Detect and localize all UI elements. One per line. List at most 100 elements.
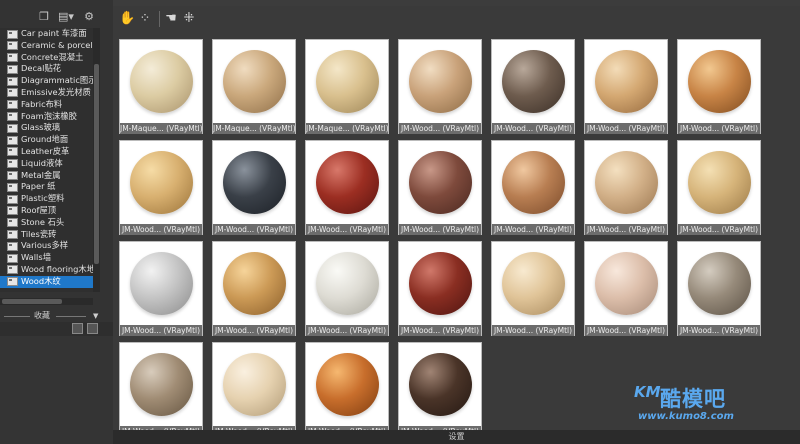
material-thumbnail — [589, 44, 663, 118]
copy-window-icon[interactable]: ❐ — [38, 11, 50, 23]
material-caption: JM-Maque... (VRayMtl) — [213, 123, 295, 134]
material-pick-icon[interactable]: ✋ — [119, 11, 135, 27]
folder-icon — [7, 41, 18, 51]
material-card[interactable]: JM-Wood... (VRayMtl) — [677, 140, 761, 235]
watermark-name: 酷模吧 — [660, 387, 726, 411]
category-item[interactable]: Wood flooring木地板 — [0, 264, 93, 276]
material-hand-icon[interactable]: ☚ — [163, 11, 179, 27]
category-item[interactable]: Paper 纸 — [0, 181, 93, 193]
material-card[interactable]: JM-Wood... (VRayMtl) — [584, 140, 668, 235]
settings-gear-icon[interactable]: ⚙ — [83, 11, 95, 23]
category-item[interactable]: Roof屋顶 — [0, 205, 93, 217]
material-card[interactable]: JM-Wood... (VRayMtl) — [212, 140, 296, 235]
material-thumbnail — [403, 44, 477, 118]
folder-icon — [7, 218, 18, 228]
material-thumbnail — [682, 246, 756, 320]
material-card[interactable]: JM-Wood... (VRayMtl) — [677, 241, 761, 336]
material-thumbnail — [403, 145, 477, 219]
category-item[interactable]: Diagrammatic图示 — [0, 75, 93, 87]
category-item[interactable]: Concrete混凝土 — [0, 52, 93, 64]
material-card[interactable]: JM-Wood... (VRayMtl) — [212, 241, 296, 336]
category-label: Liquid液体 — [21, 157, 63, 168]
folder-icon — [7, 76, 18, 86]
tree-vertical-scrollbar[interactable] — [93, 28, 100, 292]
collapse-arrow-icon[interactable]: ▼ — [93, 311, 98, 321]
category-item[interactable]: Various多样 — [0, 240, 93, 252]
material-sphere — [409, 50, 472, 113]
category-item[interactable]: Ceramic & porcelai — [0, 40, 93, 52]
material-thumbnail — [589, 145, 663, 219]
material-grid-icon[interactable]: ⁜ — [181, 11, 197, 27]
tree-hscroll-thumb[interactable] — [2, 299, 62, 304]
category-item[interactable]: Decal贴花 — [0, 63, 93, 75]
library-toolbar: ❐ ▤▾ ⚙ — [0, 6, 113, 28]
toolbar-separator — [159, 11, 160, 27]
material-sphere — [223, 50, 286, 113]
category-item[interactable]: Emissive发光材质 — [0, 87, 93, 99]
material-card[interactable]: JM-Wood... (VRayMtl) — [398, 241, 482, 336]
category-label: Paper 纸 — [21, 181, 56, 192]
material-card[interactable]: JM-Wood... (VRayMtl) — [305, 241, 389, 336]
favorites-header[interactable]: 收藏 ▼ — [0, 311, 113, 321]
material-caption: JM-Wood... (VRayMtl) — [678, 325, 760, 336]
category-item[interactable]: Fabric布料 — [0, 99, 93, 111]
material-sphere — [316, 151, 379, 214]
material-thumbnail — [403, 347, 477, 421]
material-card[interactable]: JM-Wood... (VRayMtl) — [491, 241, 575, 336]
material-card[interactable]: JM-Wood... (VRayMtl) — [677, 39, 761, 134]
view-mode-dropdown-icon[interactable]: ▤▾ — [57, 11, 75, 23]
material-card[interactable]: JM-Wood... (VRayMtl) — [491, 39, 575, 134]
category-item[interactable]: Leather皮革 — [0, 146, 93, 158]
material-card[interactable]: JM-Maque... (VRayMtl) — [119, 39, 203, 134]
category-item[interactable]: Metal金属 — [0, 170, 93, 182]
material-card[interactable]: JM-Wood... (VRayMtl) — [119, 140, 203, 235]
material-thumbnail — [310, 347, 384, 421]
material-card[interactable]: JM-Wood... (VRayMtl) — [398, 39, 482, 134]
material-caption: JM-Wood... (VRayMtl) — [492, 325, 574, 336]
material-card[interactable]: JM-Wood... (VRayMtl) — [398, 342, 482, 430]
folder-icon — [7, 100, 18, 110]
tree-scroll-thumb[interactable] — [94, 64, 99, 264]
category-item[interactable]: Tiles瓷砖 — [0, 229, 93, 241]
folder-icon — [7, 253, 18, 263]
material-card[interactable]: JM-Wood... (VRayMtl) — [119, 342, 203, 430]
material-grid: JM-Maque... (VRayMtl) JM-Maque... (VRayMt… — [113, 32, 767, 430]
category-item[interactable]: Plastic塑料 — [0, 193, 93, 205]
material-sphere — [688, 50, 751, 113]
material-thumbnail — [496, 44, 570, 118]
favorites-view-icon[interactable] — [72, 323, 83, 334]
material-caption: JM-Wood... (VRayMtl) — [399, 224, 481, 235]
category-label: Various多样 — [21, 240, 69, 251]
category-item[interactable]: Car paint 车漆面 — [0, 28, 93, 40]
material-caption: JM-Maque... (VRayMtl) — [306, 123, 388, 134]
category-item[interactable]: Walls墙 — [0, 252, 93, 264]
material-card[interactable]: JM-Wood... (VRayMtl) — [305, 140, 389, 235]
material-card[interactable]: JM-Wood... (VRayMtl) — [491, 140, 575, 235]
library-panel: ❐ ▤▾ ⚙ Car paint 车漆面 Ceramic & porcelai Co… — [0, 0, 113, 444]
folder-icon — [7, 159, 18, 169]
category-item[interactable]: Wood木纹 — [0, 275, 93, 288]
folder-icon — [7, 171, 18, 181]
material-sphere — [595, 50, 658, 113]
category-item[interactable]: Foam泡沫橡胶 — [0, 111, 93, 123]
tree-horizontal-scrollbar[interactable] — [0, 298, 93, 305]
material-card[interactable]: JM-Wood... (VRayMtl) — [212, 342, 296, 430]
watermark-url: www.kumo8.com — [638, 411, 734, 422]
material-card[interactable]: JM-Maque... (VRayMtl) — [305, 39, 389, 134]
material-card[interactable]: JM-Maque... (VRayMtl) — [212, 39, 296, 134]
material-thumbnail — [310, 145, 384, 219]
category-label: Ground地面 — [21, 134, 69, 145]
material-card[interactable]: JM-Wood... (VRayMtl) — [305, 342, 389, 430]
category-item[interactable]: Ground地面 — [0, 134, 93, 146]
category-label: Wood木纹 — [21, 275, 61, 286]
material-card[interactable]: JM-Wood... (VRayMtl) — [398, 140, 482, 235]
category-item[interactable]: Stone 石头 — [0, 217, 93, 229]
material-card[interactable]: JM-Wood... (VRayMtl) — [584, 39, 668, 134]
category-item[interactable]: Glass玻璃 — [0, 122, 93, 134]
folder-icon — [7, 147, 18, 157]
material-card[interactable]: JM-Wood... (VRayMtl) — [119, 241, 203, 336]
material-add-icon[interactable]: ⁘ — [137, 11, 153, 27]
material-card[interactable]: JM-Wood... (VRayMtl) — [584, 241, 668, 336]
favorites-options-icon[interactable] — [87, 323, 98, 334]
category-item[interactable]: Liquid液体 — [0, 158, 93, 170]
